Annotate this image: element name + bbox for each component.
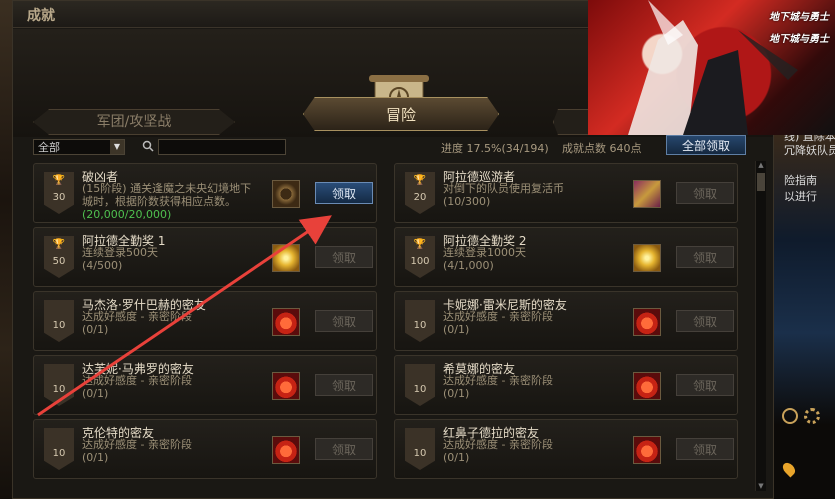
game-screen: 线) 直除本 冗降妖队员 险指南 以进行 成就 军团/攻坚战 冒险 全部 ▼ 进…	[0, 0, 835, 499]
annotation-arrow	[37, 215, 332, 417]
